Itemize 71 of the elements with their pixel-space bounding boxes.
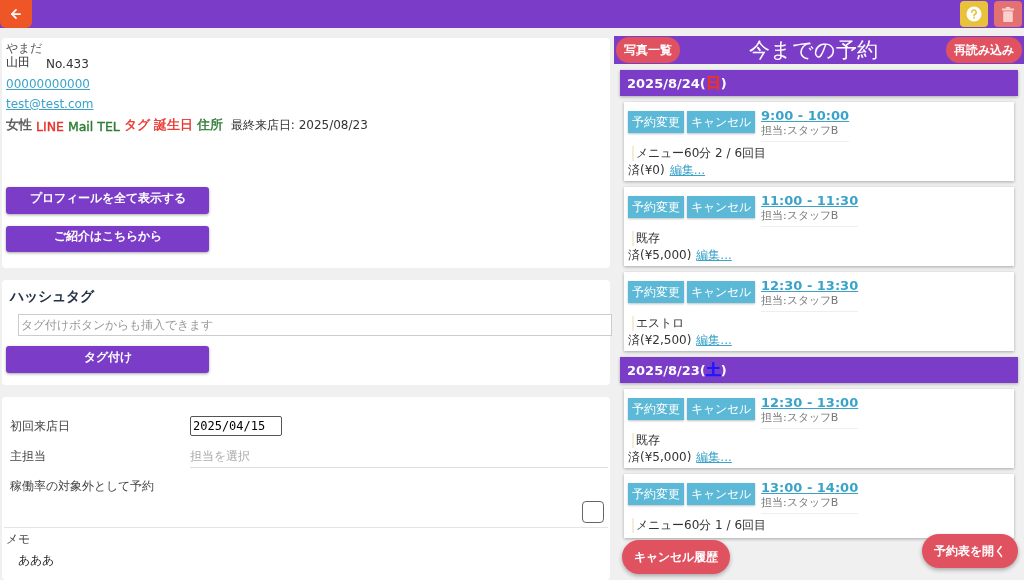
first-visit-label: 初回来店日 (10, 417, 71, 435)
trash-icon (1002, 6, 1014, 22)
profile-tag: 女性 (6, 117, 32, 134)
booking-time[interactable]: 13:00 - 14:00 (761, 480, 859, 497)
booking-staff: 担当:スタッフB (761, 411, 840, 425)
payment-status: 済(¥2,500) (628, 333, 692, 348)
name-reading: やまだ (6, 42, 42, 54)
phone-link[interactable]: 00000000000 (6, 77, 608, 91)
cancel-button[interactable]: キャンセル (687, 483, 755, 505)
history-title: 今までの予約 (748, 37, 878, 64)
tag-input[interactable]: タグ付けボタンからも挿入できます (18, 314, 612, 336)
booking-menu: エストロ (632, 316, 1010, 331)
booking-time[interactable]: 12:30 - 13:00 (761, 395, 859, 412)
tag-button[interactable]: タグ付け (6, 346, 209, 373)
date-header: 2025/8/24(日) (620, 70, 1018, 96)
change-button[interactable]: 予約変更 (628, 398, 684, 420)
delete-button[interactable] (994, 1, 1022, 27)
booking-menu: メニュー60分 2 / 6回目 (632, 146, 1010, 161)
payment-status: 済(¥5,000) (628, 248, 692, 263)
edit-link[interactable]: 編集... (696, 450, 732, 465)
profile-tag: Mail (67, 119, 94, 134)
date-header: 2025/8/23(土) (620, 357, 1018, 383)
booking-time[interactable]: 11:00 - 11:30 (761, 193, 859, 210)
booking-time[interactable]: 12:30 - 13:30 (761, 278, 859, 295)
help-icon (966, 6, 982, 22)
booking-staff: 担当:スタッフB (761, 496, 840, 510)
show-profile-button[interactable]: プロフィールを全て表示する (6, 187, 209, 214)
email-link[interactable]: test@test.com (6, 97, 608, 111)
cancel-button[interactable]: キャンセル (687, 398, 755, 420)
photos-button[interactable]: 写真一覧 (616, 37, 680, 63)
staff-label: 主担当 (10, 447, 47, 465)
profile-tag: タグ (123, 117, 150, 134)
booking-staff: 担当:スタッフB (761, 124, 840, 138)
cancel-button[interactable]: キャンセル (687, 281, 755, 303)
change-button[interactable]: 予約変更 (628, 281, 684, 303)
booking-menu: 既存 (632, 231, 1010, 246)
date-field[interactable]: 2025/04/15 (190, 416, 282, 436)
reload-button[interactable]: 再読み込み (946, 37, 1022, 63)
edit-link[interactable]: 編集... (669, 163, 706, 178)
payment-status: 済(¥5,000) (628, 450, 692, 465)
referral-button[interactable]: ご紹介はこちらから (6, 225, 209, 252)
customer-number: No.433 (46, 57, 89, 71)
profile-tag: LINE (36, 119, 64, 134)
help-button[interactable] (960, 1, 988, 27)
back-button[interactable] (0, 0, 32, 28)
booking-menu: 既存 (632, 433, 1010, 448)
hashtag-title: ハッシュタグ (10, 288, 96, 306)
booking-staff: 担当:スタッフB (761, 209, 840, 223)
payment-status: 済(¥0) (628, 163, 665, 178)
profile-tag: TEL (97, 119, 120, 134)
profile-tag: 誕生日 (153, 117, 193, 134)
change-button[interactable]: 予約変更 (628, 111, 684, 133)
profile-tag: 住所 (196, 117, 223, 134)
memo-text: あああ (17, 552, 55, 569)
change-button[interactable]: 予約変更 (628, 483, 684, 505)
edit-link[interactable]: 編集... (696, 248, 732, 263)
exclude-checkbox[interactable] (582, 501, 604, 523)
open-schedule-button[interactable]: 予約表を開く (922, 534, 1018, 568)
change-button[interactable]: 予約変更 (628, 196, 684, 218)
memo-label: メモ (6, 531, 31, 548)
weekday: 日 (705, 73, 721, 93)
customer-name: 山田 (6, 54, 31, 71)
last-visit: 最終来店日: 2025/08/23 (230, 117, 368, 134)
cancel-button[interactable]: キャンセル (687, 196, 755, 218)
booking-staff: 担当:スタッフB (761, 294, 840, 308)
booking-time[interactable]: 9:00 - 10:00 (761, 108, 850, 125)
cancel-button[interactable]: キャンセル (687, 111, 755, 133)
cancel-history-button[interactable]: キャンセル履歴 (622, 540, 730, 574)
exclude-label: 稼働率の対象外として予約 (10, 477, 155, 495)
edit-link[interactable]: 編集... (696, 333, 732, 348)
weekday: 土 (705, 360, 721, 380)
